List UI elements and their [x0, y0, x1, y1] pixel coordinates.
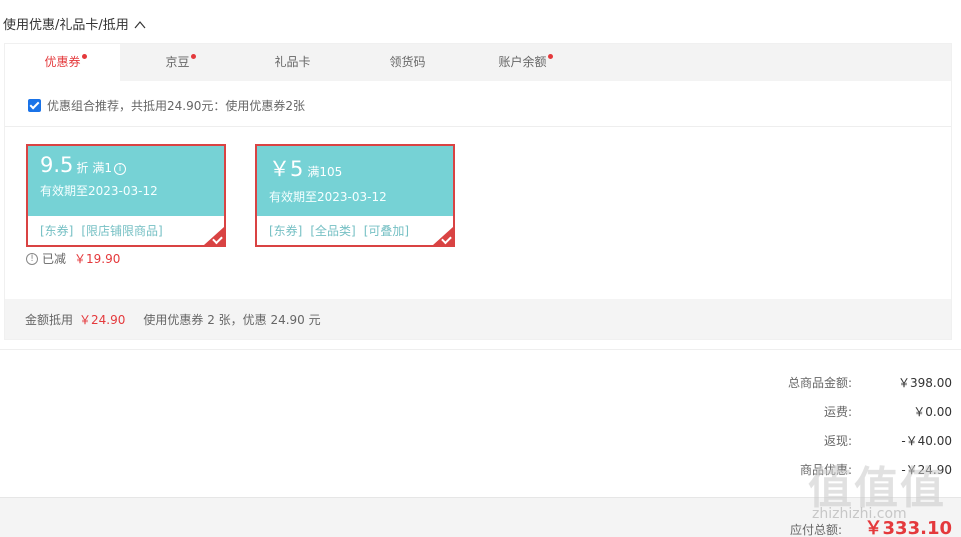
payable-value: ￥333.10: [864, 518, 952, 537]
coupon-tag: [东券]: [269, 224, 303, 238]
summary-label: 金额抵用: [25, 312, 74, 327]
coupon-value: ￥5: [269, 157, 304, 181]
coupon-tag: [东券]: [40, 224, 74, 238]
tab-label: 领货码: [389, 55, 426, 69]
tab-bar: 优惠券 京豆 礼品卡 领货码 账户余额: [5, 44, 951, 81]
coupon-tags: [东券] [限店铺限商品]: [28, 216, 224, 239]
coupon-section-toggle[interactable]: 使用优惠/礼品卡/抵用: [3, 14, 147, 33]
coupon-tags: [东券] [全品类] [可叠加]: [257, 216, 453, 239]
coupon-tag: [全品类]: [310, 224, 356, 238]
payable-total: 应付总额: ￥333.10: [790, 514, 952, 537]
coupon-header: ￥5 满105 有效期至2023-03-12: [257, 146, 453, 216]
saved-amount: ! 已减 ￥19.90: [26, 250, 120, 267]
divider: [5, 126, 951, 127]
tab-label: 账户余额: [498, 55, 547, 69]
coupon-expiry: 有效期至2023-03-12: [40, 184, 158, 198]
coupon-condition: 满105: [307, 165, 343, 179]
coupon-tag: [限店铺限商品]: [81, 224, 163, 238]
payable-label: 应付总额:: [789, 523, 842, 537]
coupon-header: 9.5 折满1 i 有效期至2023-03-12: [28, 146, 224, 216]
coupon-tag: [可叠加]: [363, 224, 410, 238]
total-row: 返现: -￥40.00: [702, 432, 952, 461]
total-label: 运费:: [823, 405, 852, 419]
tab-jingdou[interactable]: 京豆: [120, 44, 235, 81]
summary-detail: 使用优惠券 2 张，优惠 24.90 元: [143, 312, 321, 327]
tab-label: 礼品卡: [274, 55, 311, 69]
tab-label: 优惠券: [44, 55, 81, 69]
tab-pickup-code[interactable]: 领货码: [350, 44, 465, 81]
coupon-card[interactable]: 9.5 折满1 i 有效期至2023-03-12 [东券] [限店铺限商品]: [26, 144, 226, 247]
total-value: -￥24.90: [901, 463, 952, 477]
tab-label: 京豆: [165, 55, 190, 69]
discount-panel: 优惠券 京豆 礼品卡 领货码 账户余额 优惠组合推荐，共抵用24.90元：使用优…: [4, 43, 952, 340]
info-circle-icon: !: [26, 252, 38, 265]
tab-account-balance[interactable]: 账户余额: [465, 44, 580, 81]
coupon-value: 9.5: [40, 153, 74, 177]
total-value: -￥40.00: [901, 434, 952, 448]
total-label: 总商品金额:: [787, 376, 852, 390]
coupon-unit: 折: [76, 161, 89, 175]
tab-coupons[interactable]: 优惠券: [5, 44, 120, 81]
total-row: 商品优惠: -￥24.90: [702, 461, 952, 490]
tab-gift-card[interactable]: 礼品卡: [235, 44, 350, 81]
saved-value: ￥19.90: [74, 252, 121, 266]
summary-amount: ￥24.90: [79, 312, 126, 327]
saved-label: 已减: [42, 252, 67, 266]
coupon-card[interactable]: ￥5 满105 有效期至2023-03-12 [东券] [全品类] [可叠加]: [255, 144, 455, 247]
total-row: 运费: ￥0.00: [702, 403, 952, 432]
section-title: 使用优惠/礼品卡/抵用: [3, 18, 129, 33]
total-value: ￥398.00: [898, 376, 952, 390]
recommend-checkbox[interactable]: [28, 99, 41, 112]
coupon-condition: 满1: [92, 161, 113, 175]
notification-dot: [547, 54, 553, 59]
total-value: ￥0.00: [913, 405, 952, 419]
total-row: 总商品金额: ￥398.00: [702, 374, 952, 403]
coupon-expiry: 有效期至2023-03-12: [269, 190, 387, 204]
info-icon[interactable]: i: [114, 162, 127, 175]
recommend-text: 优惠组合推荐，共抵用24.90元：使用优惠券2张: [47, 99, 305, 113]
notification-dot: [190, 54, 196, 59]
notification-dot: [81, 54, 87, 59]
divider: [0, 349, 961, 350]
chevron-up-icon: [134, 20, 146, 28]
discount-summary: 金额抵用 ￥24.90 使用优惠券 2 张，优惠 24.90 元: [5, 299, 951, 339]
recommend-option[interactable]: 优惠组合推荐，共抵用24.90元：使用优惠券2张: [28, 97, 305, 114]
total-label: 返现:: [823, 434, 852, 448]
total-label: 商品优惠:: [799, 463, 852, 477]
payable-bar: 应付总额: ￥333.10: [0, 497, 961, 537]
order-totals: 总商品金额: ￥398.00 运费: ￥0.00 返现: -￥40.00 商品优惠: -…: [702, 374, 952, 490]
